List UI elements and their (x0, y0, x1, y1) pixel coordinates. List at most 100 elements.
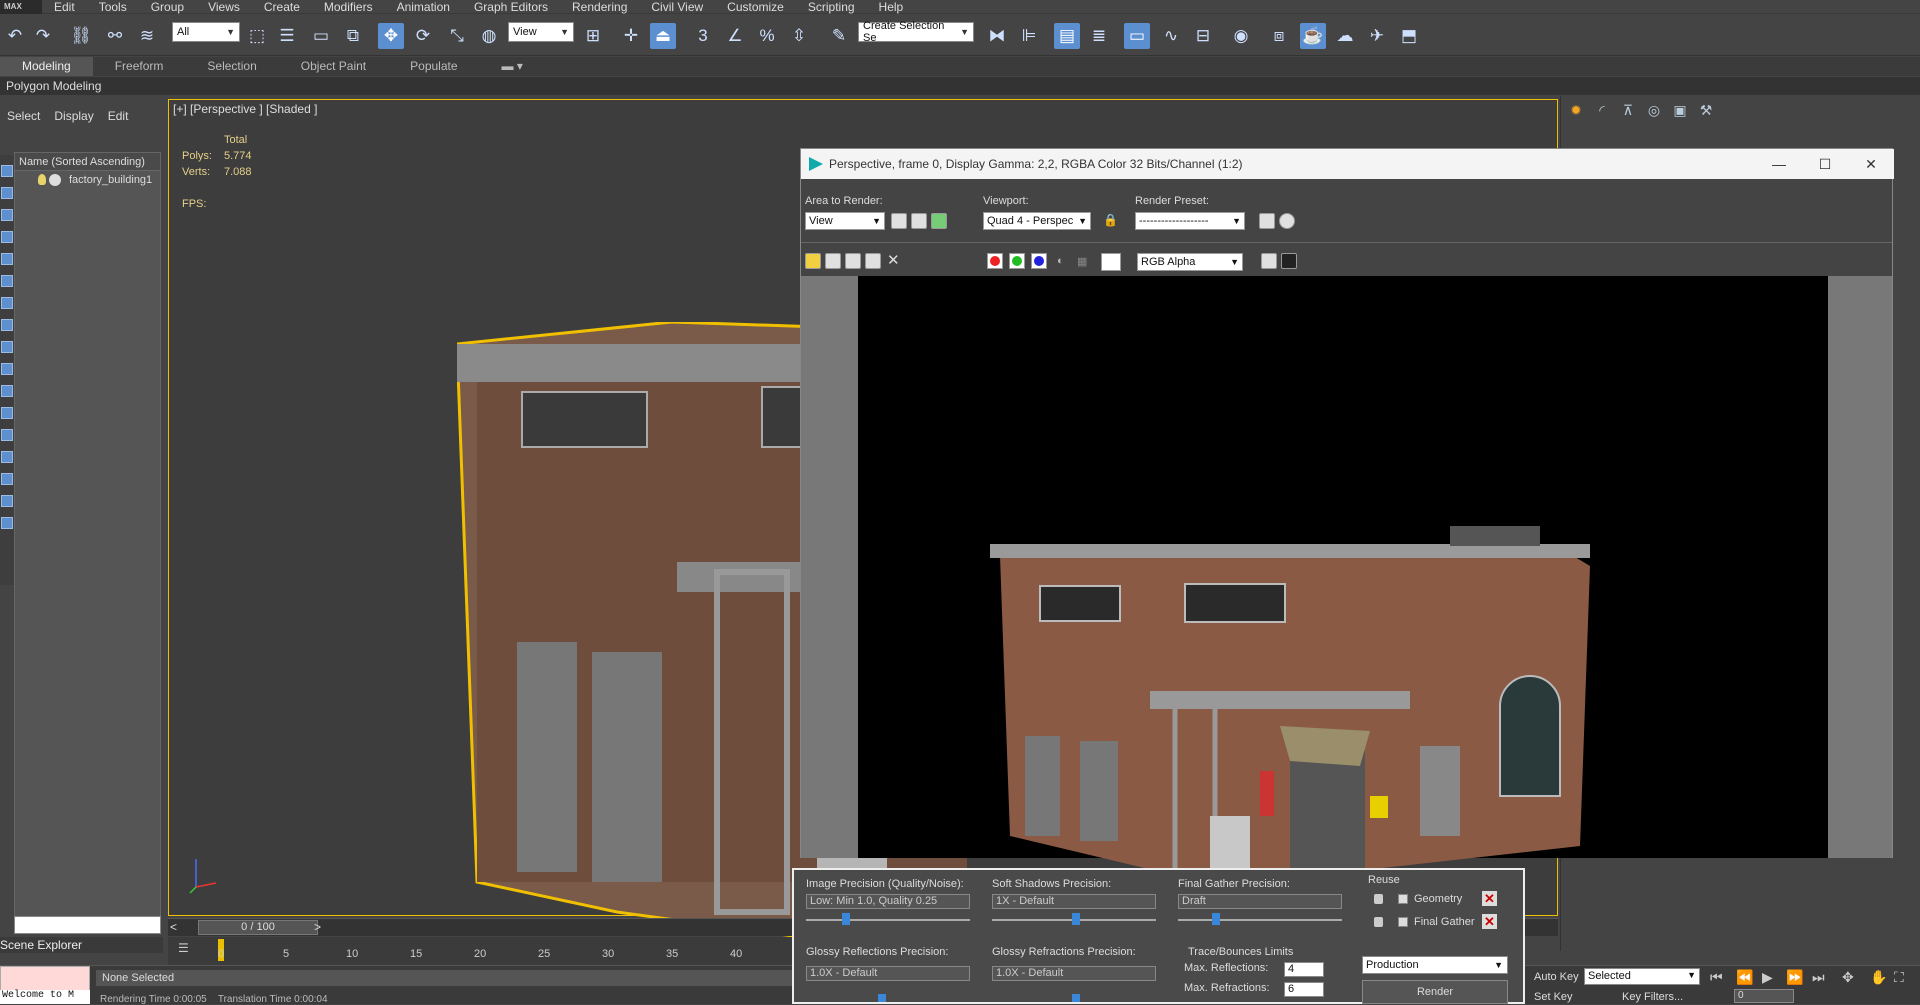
undo-icon[interactable]: ↶ (2, 23, 28, 49)
scene-explorer-toggle-icon[interactable]: ▤ (1054, 23, 1080, 49)
select-rotate-icon[interactable]: ⟳ (410, 23, 436, 49)
display-channel-dropdown[interactable]: RGB Alpha ▼ (1137, 253, 1243, 271)
time-slider[interactable]: 0 / 100 (198, 920, 318, 935)
copy-image-icon[interactable] (845, 253, 861, 269)
swatch-color[interactable] (1101, 253, 1121, 271)
select-by-name-icon[interactable]: ☰ (274, 23, 300, 49)
geometry-checkbox[interactable] (1398, 894, 1408, 904)
clear-final-gather-cache-icon[interactable]: ✕ (1482, 914, 1497, 929)
clear-icon[interactable]: ✕ (887, 251, 900, 269)
rect-selection-icon[interactable]: ▭ (308, 23, 334, 49)
set-key-button[interactable]: Set Key (1534, 991, 1573, 1003)
current-frame-field[interactable]: 0 (1734, 989, 1794, 1003)
filter-space-warps-icon[interactable] (1, 275, 13, 287)
menu-civil-view[interactable]: Civil View (639, 0, 715, 14)
filter-frozen-icon[interactable] (1, 385, 13, 397)
auto-region-icon[interactable] (911, 213, 927, 229)
create-tab-icon[interactable]: ✹ (1566, 102, 1586, 120)
pivot-center-icon[interactable]: ⊞ (580, 23, 606, 49)
name-column-header[interactable]: Name (Sorted Ascending) (15, 153, 160, 171)
render-production-icon[interactable]: ☁ (1332, 23, 1358, 49)
image-precision-field[interactable]: Low: Min 1.0, Quality 0.25 (806, 894, 970, 909)
select-object-icon[interactable]: ⬚ (244, 23, 270, 49)
render-mode-dropdown[interactable]: Production ▼ (1362, 956, 1508, 974)
scene-menu-edit[interactable]: Edit (101, 106, 136, 126)
redo-icon[interactable]: ↷ (30, 23, 56, 49)
key-mode-dropdown[interactable]: Selected ▼ (1584, 968, 1700, 985)
unlink-icon[interactable]: ⚯ (102, 23, 128, 49)
motion-tab-icon[interactable]: ◎ (1644, 102, 1664, 120)
monochrome-icon[interactable]: ▦ (1077, 255, 1087, 268)
glossy-refractions-field[interactable]: 1.0X - Default (992, 966, 1156, 981)
filter-xrefs-icon[interactable] (1, 319, 13, 331)
key-filters-button[interactable]: Key Filters... (1622, 991, 1683, 1003)
modify-tab-icon[interactable]: ◜ (1592, 102, 1612, 120)
menu-modifiers[interactable]: Modifiers (312, 0, 385, 14)
layer-explorer-icon[interactable]: ≣ (1086, 23, 1112, 49)
save-image-icon[interactable] (805, 253, 821, 269)
play-icon[interactable]: ▶ (1762, 969, 1773, 986)
scene-menu-select[interactable]: Select (0, 106, 47, 126)
green-channel-icon[interactable] (1009, 253, 1025, 269)
filter-shapes-icon[interactable] (1, 187, 13, 199)
hierarchy-icon[interactable] (1, 517, 13, 529)
maximize-viewport-icon[interactable]: ⛶ (1894, 969, 1904, 986)
environment-icon[interactable] (931, 213, 947, 229)
spinner-snap-icon[interactable]: ⇳ (786, 23, 812, 49)
viewport-dropdown[interactable]: Quad 4 - Perspec ▼ (983, 212, 1091, 230)
environment-effects-icon[interactable] (1279, 213, 1295, 229)
scene-menu-display[interactable]: Display (47, 106, 100, 126)
maxscript-mini-listener[interactable]: Welcome to M (0, 990, 90, 1004)
display-tab-icon[interactable]: ▣ (1670, 102, 1690, 120)
filter-hidden-icon[interactable] (1, 407, 13, 419)
filter-cameras-icon[interactable] (1, 231, 13, 243)
mirror-icon[interactable]: ⧓ (984, 23, 1010, 49)
menu-edit[interactable]: Edit (42, 0, 87, 14)
scene-explorer-list[interactable]: Name (Sorted Ascending) factory_building… (14, 152, 161, 917)
light-bulb-icon[interactable] (38, 174, 46, 185)
link-icon[interactable]: ⛓ (68, 23, 94, 49)
menu-tools[interactable]: Tools (87, 0, 139, 14)
filter-helpers-icon[interactable] (1, 253, 13, 265)
tab-selection[interactable]: Selection (185, 57, 278, 76)
soft-shadows-thumb[interactable] (1072, 913, 1080, 925)
schematic-view-icon[interactable]: ⊟ (1190, 23, 1216, 49)
keyboard-shortcut-override-icon[interactable]: ⏏ (650, 23, 676, 49)
selection-filter-dropdown[interactable]: All ▼ (172, 22, 240, 42)
curve-editor-icon[interactable]: ∿ (1158, 23, 1184, 49)
polygon-modeling-panel[interactable]: Polygon Modeling (0, 77, 1920, 95)
print-image-icon[interactable] (865, 253, 881, 269)
render-window-titlebar[interactable]: Perspective, frame 0, Display Gamma: 2,2… (801, 149, 1894, 179)
alpha-channel-icon[interactable]: ◐ (1057, 255, 1064, 267)
menu-views[interactable]: Views (196, 0, 252, 14)
angle-snap-icon[interactable]: ∠ (722, 23, 748, 49)
tab-modeling[interactable]: Modeling (0, 57, 93, 76)
render-preset-dropdown[interactable]: ------------------- ▼ (1135, 212, 1245, 230)
rendered-frame-window-icon[interactable]: ☕ (1300, 23, 1326, 49)
area-to-render-dropdown[interactable]: View ▼ (805, 212, 885, 230)
final-gather-slider[interactable] (1178, 919, 1342, 921)
select-manipulate-icon[interactable]: ✛ (618, 23, 644, 49)
next-frame-icon[interactable]: ⏩ (1786, 969, 1803, 986)
ribbon-options-icon[interactable]: ▬ ▾ (480, 57, 545, 76)
list-item[interactable]: factory_building1 (15, 171, 160, 189)
bind-space-warp-icon[interactable]: ≋ (134, 23, 160, 49)
clone-window-icon[interactable] (825, 253, 841, 269)
edit-region-icon[interactable] (891, 213, 907, 229)
app-logo[interactable]: MAX (0, 0, 42, 14)
track-bar-menu-icon[interactable]: ☰ (178, 941, 198, 957)
menu-rendering[interactable]: Rendering (560, 0, 639, 14)
display-none-icon[interactable] (1, 451, 13, 463)
select-move-icon[interactable]: ✥ (378, 23, 404, 49)
align-icon[interactable]: ⊫ (1016, 23, 1042, 49)
filter-bones-icon[interactable] (1, 341, 13, 353)
rendered-image[interactable] (858, 276, 1828, 889)
previous-frame-icon[interactable]: ⏪ (1736, 969, 1753, 986)
display-all-icon[interactable] (1, 429, 13, 441)
glossy-reflections-field[interactable]: 1.0X - Default (806, 966, 970, 981)
filter-lights-icon[interactable] (1, 209, 13, 221)
glossy-reflections-thumb[interactable] (878, 994, 886, 1002)
menu-group[interactable]: Group (139, 0, 196, 14)
percent-snap-icon[interactable]: % (754, 23, 780, 49)
scene-explorer-scrollbar[interactable] (14, 916, 161, 934)
